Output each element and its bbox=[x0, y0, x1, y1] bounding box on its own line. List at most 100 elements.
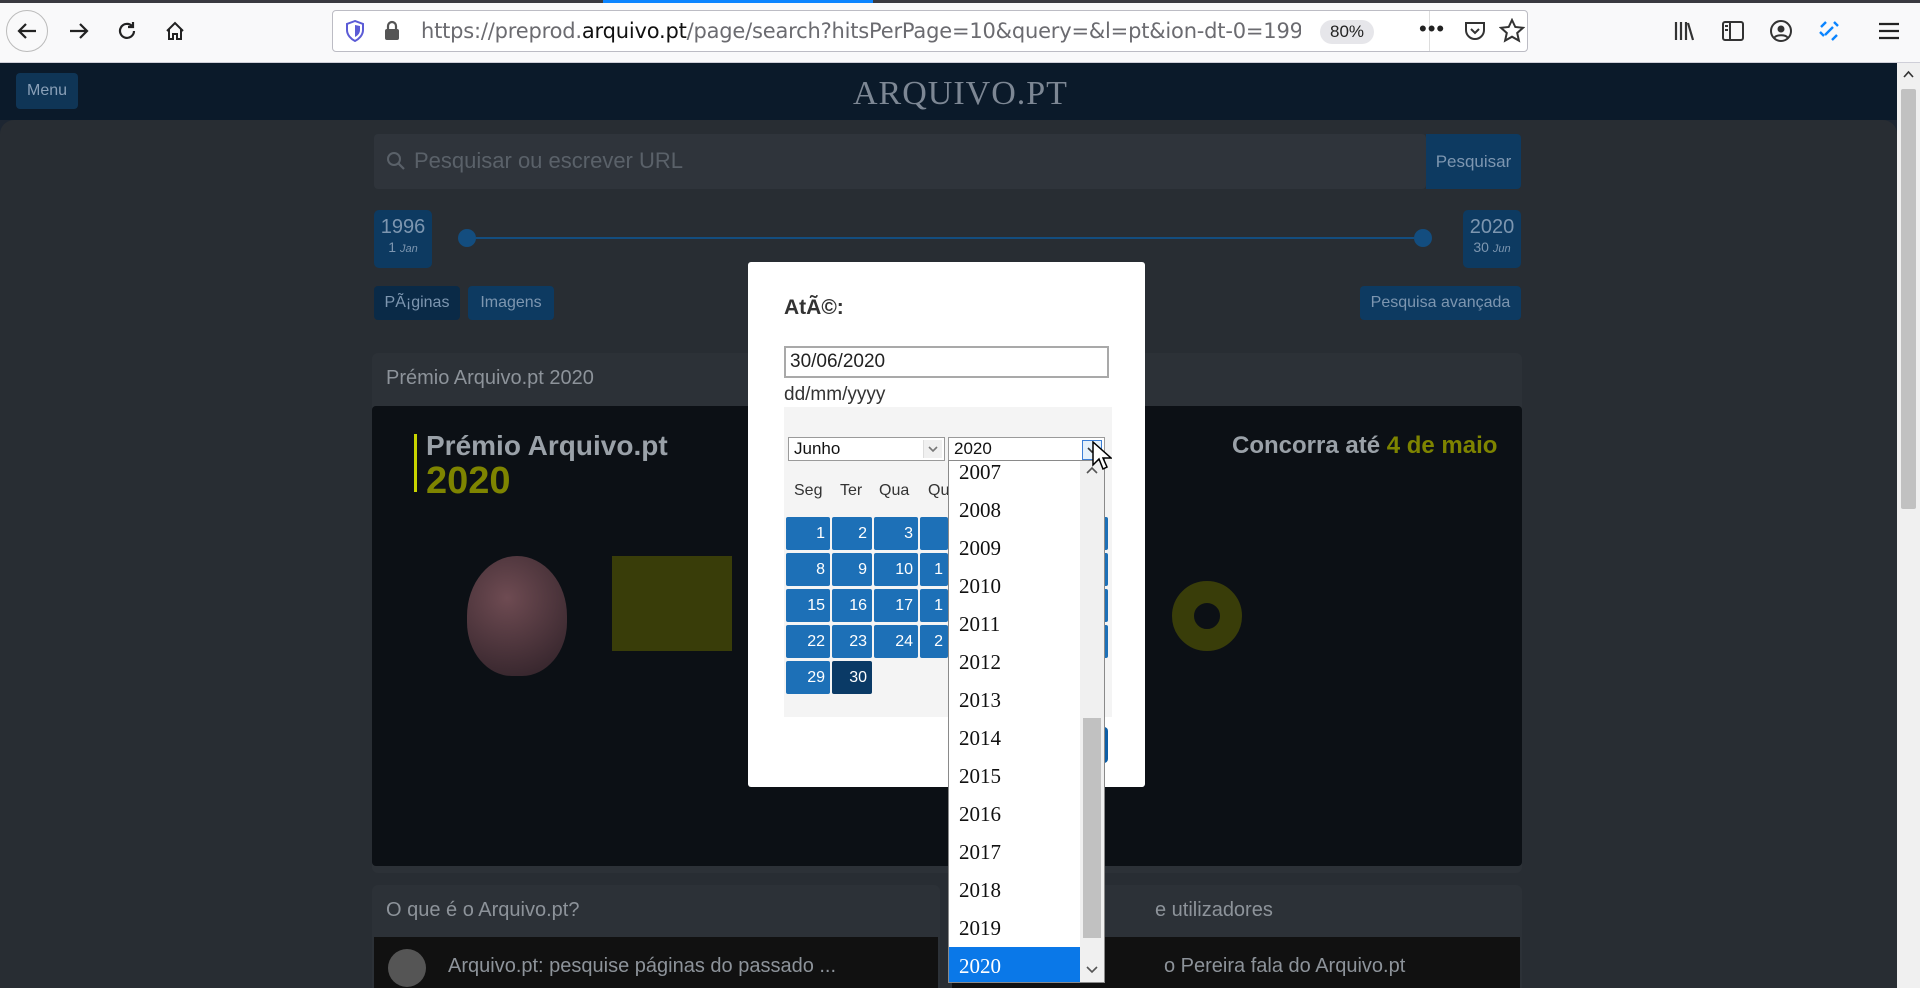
start-year: 1996 bbox=[380, 216, 426, 238]
year-option[interactable]: 2016 bbox=[949, 795, 1080, 833]
app-menu-icon[interactable] bbox=[1868, 10, 1910, 52]
year-option[interactable]: 2017 bbox=[949, 833, 1080, 871]
banner-year: 2020 bbox=[426, 460, 511, 502]
weekday-header: Seg bbox=[794, 482, 823, 499]
day-cell[interactable]: 16 bbox=[832, 589, 872, 622]
site-header: Menu ARQUIVO.PT bbox=[0, 63, 1897, 120]
banner-cta-date: 4 de maio bbox=[1386, 432, 1498, 459]
day-cell[interactable]: 9 bbox=[832, 553, 872, 586]
shield-icon[interactable] bbox=[345, 19, 365, 47]
day-cell[interactable]: 8 bbox=[786, 553, 830, 586]
slider-start-handle[interactable] bbox=[458, 229, 476, 247]
day-cell[interactable]: 2 bbox=[832, 517, 872, 550]
sidebar-icon[interactable] bbox=[1712, 10, 1754, 52]
tab-pages[interactable]: PÃ¡ginas bbox=[374, 286, 460, 320]
tab-strip bbox=[0, 0, 1920, 3]
day-cell[interactable]: 17 bbox=[874, 589, 918, 622]
tab-images[interactable]: Imagens bbox=[468, 286, 554, 320]
search-placeholder: Pesquisar ou escrever URL bbox=[414, 148, 684, 173]
extension-icon[interactable] bbox=[1808, 10, 1850, 52]
year-select-value: 2020 bbox=[954, 439, 992, 458]
page-scroll-thumb[interactable] bbox=[1901, 89, 1916, 509]
modal-title: AtÃ©: bbox=[784, 296, 844, 319]
menu-button[interactable]: Menu bbox=[16, 73, 78, 109]
year-option[interactable]: 2011 bbox=[949, 605, 1080, 643]
day-cell[interactable]: 22 bbox=[786, 625, 830, 658]
panel-title: e utilizadores bbox=[1155, 899, 1273, 921]
year-option[interactable]: 2019 bbox=[949, 909, 1080, 947]
day-cell[interactable] bbox=[920, 517, 948, 550]
weekday-header: Qu bbox=[928, 482, 950, 499]
day-cell[interactable]: 29 bbox=[786, 661, 830, 694]
home-icon[interactable] bbox=[154, 10, 196, 52]
slider-end-handle[interactable] bbox=[1414, 229, 1432, 247]
video-panel-1: O que é o Arquivo.pt? Arquivo.pt: pesqui… bbox=[372, 885, 940, 988]
banner-letter-left bbox=[612, 556, 732, 651]
end-year: 2020 bbox=[1469, 216, 1515, 238]
search-input[interactable]: Pesquisar ou escrever URL bbox=[374, 134, 1426, 189]
year-dropdown-list[interactable]: 2007 2008 2009 2010 2011 2012 2013 2014 … bbox=[948, 460, 1105, 983]
mouse-cursor-icon bbox=[1092, 440, 1113, 476]
year-option[interactable]: 2007 bbox=[949, 461, 1080, 491]
date-range-slider[interactable] bbox=[466, 237, 1423, 239]
day-cell[interactable]: 24 bbox=[874, 625, 918, 658]
site-logo[interactable]: ARQUIVO.PT bbox=[853, 75, 1068, 113]
date-format-hint: dd/mm/yyyy bbox=[784, 384, 886, 405]
day-cell-selected[interactable]: 30 bbox=[832, 661, 872, 694]
year-select[interactable]: 2020 bbox=[948, 437, 1105, 461]
dropdown-scrollbar[interactable] bbox=[1080, 461, 1104, 982]
chevron-down-icon bbox=[923, 440, 942, 458]
year-option[interactable]: 2008 bbox=[949, 491, 1080, 529]
day-cell[interactable]: 15 bbox=[786, 589, 830, 622]
weekday-header: Ter bbox=[840, 482, 863, 499]
dropdown-scroll-thumb[interactable] bbox=[1083, 718, 1101, 938]
page-scrollbar[interactable] bbox=[1897, 63, 1920, 988]
day-cell[interactable]: 2 bbox=[920, 625, 948, 658]
day-cell[interactable]: 1 bbox=[920, 553, 948, 586]
banner-cta-prefix: Concorra até bbox=[1232, 432, 1387, 459]
account-icon[interactable] bbox=[1760, 10, 1802, 52]
month-select-value: Junho bbox=[794, 439, 841, 458]
banner-accent-bar bbox=[414, 434, 417, 492]
year-option[interactable]: 2009 bbox=[949, 529, 1080, 567]
channel-avatar bbox=[388, 949, 426, 987]
year-option[interactable]: 2015 bbox=[949, 757, 1080, 795]
video-title-1: Arquivo.pt: pesquise páginas do passado … bbox=[448, 955, 837, 977]
library-icon[interactable] bbox=[1664, 10, 1706, 52]
day-cell[interactable]: 1 bbox=[786, 517, 830, 550]
year-option[interactable]: 2012 bbox=[949, 643, 1080, 681]
advanced-search-button[interactable]: Pesquisa avançada bbox=[1360, 286, 1521, 320]
balloon-image bbox=[467, 556, 567, 676]
lock-icon[interactable] bbox=[383, 20, 401, 47]
end-date-button[interactable]: 2020 30 Jun bbox=[1463, 210, 1521, 268]
day-cell[interactable]: 23 bbox=[832, 625, 872, 658]
url-bar[interactable]: https://preprod.arquivo.pt/page/search?h… bbox=[332, 10, 1528, 52]
start-date-button[interactable]: 1996 1 Jan bbox=[374, 210, 432, 268]
date-input[interactable]: 30/06/2020 bbox=[784, 346, 1109, 378]
back-icon[interactable] bbox=[6, 10, 48, 52]
day-cell[interactable]: 3 bbox=[874, 517, 918, 550]
year-option-selected[interactable]: 2020 bbox=[949, 947, 1080, 982]
reload-icon[interactable] bbox=[106, 10, 148, 52]
scroll-up-icon[interactable] bbox=[1901, 67, 1916, 87]
year-option[interactable]: 2018 bbox=[949, 871, 1080, 909]
year-option[interactable]: 2013 bbox=[949, 681, 1080, 719]
video-title-2: o Pereira fala do Arquivo.pt bbox=[1164, 955, 1406, 977]
year-option[interactable]: 2014 bbox=[949, 719, 1080, 757]
month-select[interactable]: Junho bbox=[788, 437, 945, 461]
day-cell[interactable]: 10 bbox=[874, 553, 918, 586]
start-month: Jan bbox=[399, 243, 418, 255]
end-day: 30 bbox=[1473, 239, 1489, 255]
search-button[interactable]: Pesquisar bbox=[1426, 134, 1521, 189]
forward-icon[interactable] bbox=[58, 10, 100, 52]
scroll-down-icon[interactable] bbox=[1084, 961, 1100, 982]
pocket-icon[interactable] bbox=[1463, 19, 1487, 48]
page-actions-icon[interactable]: ••• bbox=[1419, 16, 1445, 42]
bookmark-star-icon[interactable] bbox=[1498, 17, 1526, 49]
search-icon bbox=[386, 151, 406, 176]
url-text[interactable]: https://preprod.arquivo.pt/page/search?h… bbox=[421, 19, 1301, 43]
zoom-badge[interactable]: 80% bbox=[1320, 20, 1375, 44]
year-option[interactable]: 2010 bbox=[949, 567, 1080, 605]
day-cell[interactable]: 1 bbox=[920, 589, 948, 622]
video-thumb-1[interactable]: Arquivo.pt: pesquise páginas do passado … bbox=[374, 937, 938, 988]
